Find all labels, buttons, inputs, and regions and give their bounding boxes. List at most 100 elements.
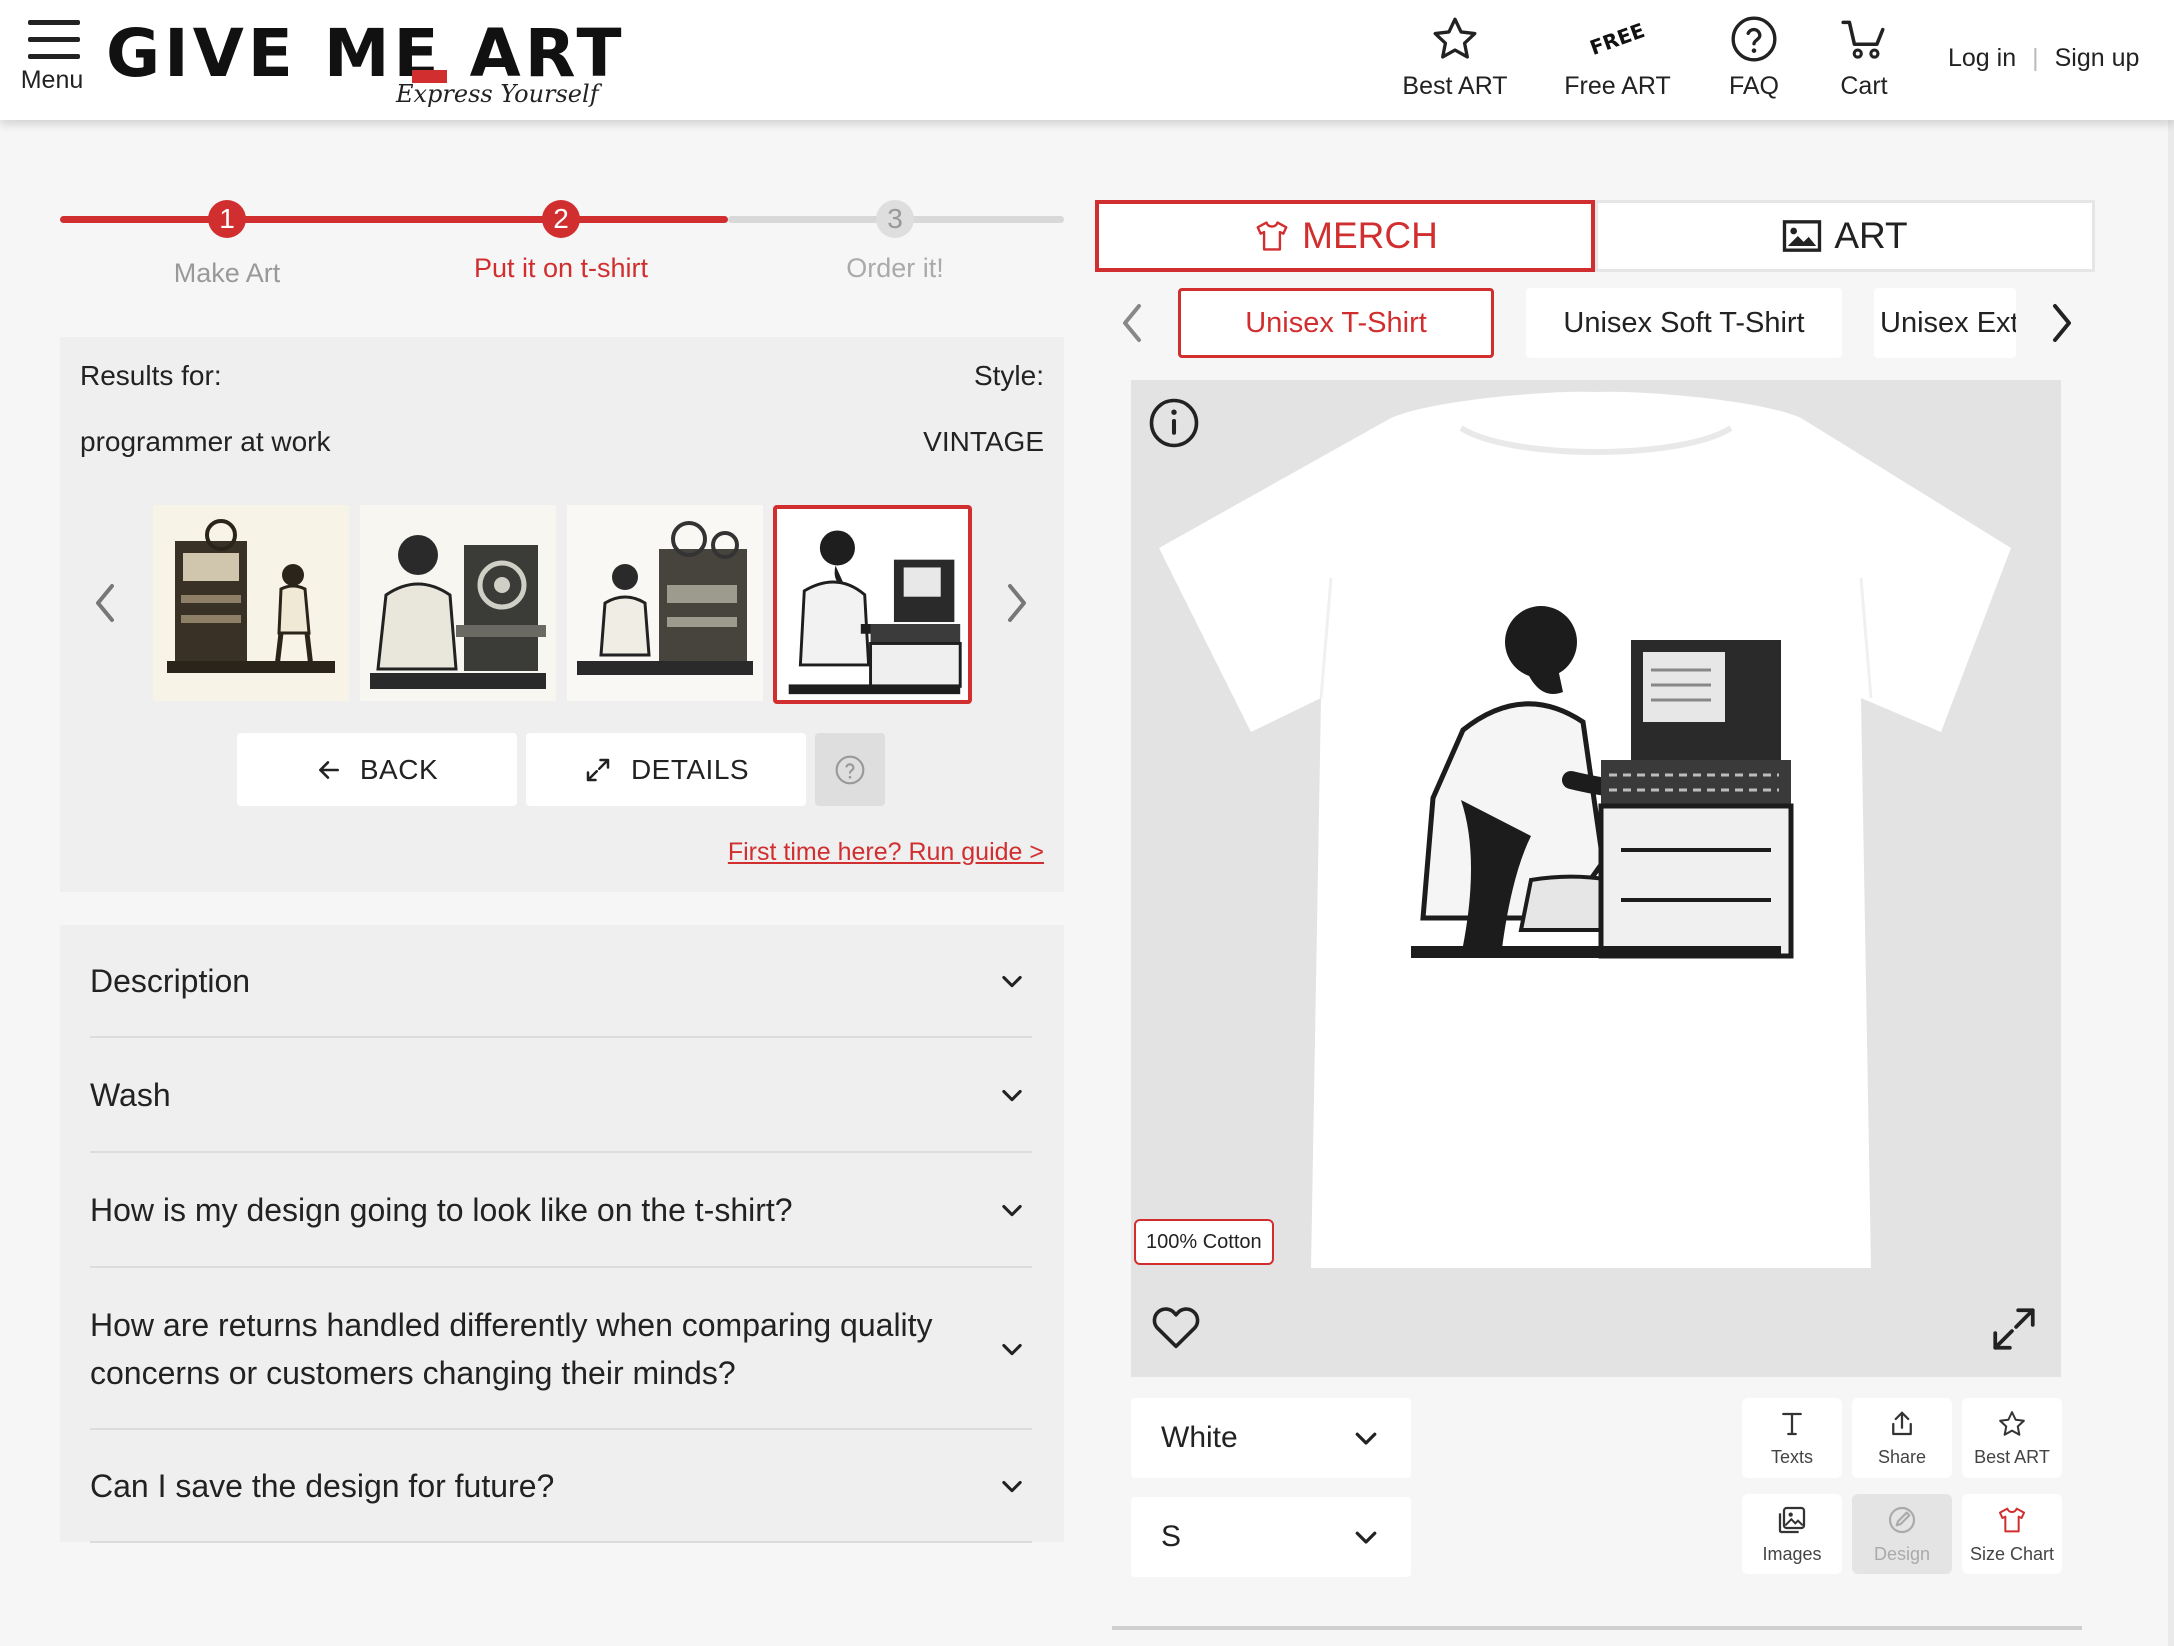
design-pen-icon — [1888, 1506, 1916, 1533]
thumbnail-art-image — [567, 505, 763, 701]
menu-label: Menu — [20, 66, 84, 94]
printed-artwork — [1411, 590, 1794, 959]
nav-faq[interactable]: FAQ — [1722, 14, 1786, 101]
products-prev-button[interactable] — [1114, 298, 1150, 348]
step-1-label: Make Art — [173, 258, 281, 288]
chevron-down-icon — [1002, 1089, 1022, 1102]
back-button[interactable]: BACK — [237, 733, 517, 806]
images-icon — [1778, 1506, 1806, 1533]
material-badge: 100% Cotton — [1134, 1219, 1274, 1265]
thumbnail-1[interactable] — [153, 505, 349, 701]
search-query: programmer at work — [80, 426, 331, 457]
faq-item-save-design[interactable]: Can I save the design for future? — [90, 1431, 1032, 1543]
tab-merch[interactable]: MERCH — [1095, 200, 1595, 272]
faq-item-wash[interactable]: Wash — [90, 1039, 1032, 1153]
logo-tagline: Express Yourself — [396, 80, 599, 108]
size-chart-tool-button[interactable]: Size Chart — [1962, 1494, 2062, 1574]
chevron-down-icon — [1002, 1204, 1022, 1217]
chevron-down-icon — [1355, 1432, 1377, 1445]
section-divider — [1112, 1626, 2082, 1630]
fullscreen-button[interactable] — [1989, 1304, 2039, 1354]
tool-label: Size Chart — [1969, 1543, 2055, 1564]
thumbnails-prev-button[interactable] — [88, 578, 122, 628]
question-circle-icon — [835, 755, 865, 784]
nav-faq-label: FAQ — [1728, 72, 1779, 100]
thumbnail-3[interactable] — [567, 505, 763, 701]
step-3-circle[interactable]: 3 — [876, 200, 914, 238]
share-icon — [1892, 1411, 1912, 1435]
arrow-left-icon — [318, 760, 339, 779]
share-tool-button[interactable]: Share — [1852, 1398, 1952, 1478]
page-scrollbar[interactable] — [2168, 0, 2174, 1646]
info-icon — [1149, 398, 1199, 448]
product-tab-unisex-tshirt[interactable]: Unisex T-Shirt — [1178, 288, 1494, 358]
images-tool-button[interactable]: Images — [1742, 1494, 1842, 1574]
chevron-down-icon — [1002, 1343, 1022, 1355]
tool-label: Design — [1873, 1543, 1931, 1564]
faq-item-returns[interactable]: How are returns handled differently when… — [90, 1269, 1032, 1430]
step-2-label: Put it on t-shirt — [473, 253, 649, 283]
details-button[interactable]: DETAILS — [526, 733, 806, 806]
chevron-down-icon — [1355, 1531, 1377, 1544]
stepper-progress-done — [60, 216, 728, 223]
star-icon — [1999, 1410, 2025, 1436]
auth-links: Log in | Sign up — [1948, 44, 2139, 73]
text-icon — [1782, 1412, 1802, 1435]
thumbnail-2[interactable] — [360, 505, 556, 701]
hamburger-icon — [28, 20, 80, 59]
nav-best-art-label: Best ART — [1402, 72, 1508, 100]
best-art-tool-button[interactable]: Best ART — [1962, 1398, 2062, 1478]
favorite-button[interactable] — [1149, 1300, 1203, 1350]
nav-free-art[interactable]: FREE Free ART — [1560, 14, 1675, 101]
faq-item-design-look[interactable]: How is my design going to look like on t… — [90, 1154, 1032, 1268]
expand-icon — [1993, 1308, 2035, 1350]
products-next-button[interactable] — [2044, 298, 2080, 348]
thumbnail-art-image — [777, 509, 968, 700]
tshirt-icon — [1999, 1507, 2025, 1532]
heart-icon — [1152, 1307, 1200, 1349]
back-button-label: BACK — [359, 753, 439, 785]
thumbnails-next-button[interactable] — [1000, 578, 1034, 628]
chevron-left-icon — [1123, 304, 1141, 342]
details-button-label: DETAILS — [630, 753, 750, 785]
signup-link[interactable]: Sign up — [2055, 44, 2140, 73]
product-tab-unisex-soft-tshirt[interactable]: Unisex Soft T-Shirt — [1526, 288, 1842, 358]
step-1-circle[interactable]: 1 — [208, 200, 246, 238]
menu-button[interactable]: Menu — [18, 16, 86, 95]
faq-question: How are returns handled differently when… — [90, 1306, 933, 1391]
product-preview: 100% Cotton — [1131, 380, 2061, 1377]
step-2-circle[interactable]: 2 — [542, 200, 580, 238]
texts-tool-button[interactable]: Texts — [1742, 1398, 1842, 1478]
chevron-down-icon — [1002, 1480, 1022, 1493]
nav-cart[interactable]: Cart — [1832, 14, 1896, 101]
faq-item-description[interactable]: Description — [90, 925, 1032, 1038]
help-button[interactable] — [815, 733, 885, 806]
image-frame-icon — [1783, 220, 1822, 252]
tool-label: Texts — [1770, 1446, 1813, 1467]
chevron-right-icon — [1008, 584, 1026, 622]
product-tab-unisex-ext[interactable]: Unisex Ext — [1874, 288, 2016, 358]
star-icon — [1433, 17, 1477, 59]
login-link[interactable]: Log in — [1948, 44, 2016, 73]
faq-question: Wash — [90, 1077, 171, 1113]
run-guide-link[interactable]: First time here? Run guide > — [644, 838, 1044, 867]
nav-cart-label: Cart — [1840, 72, 1888, 100]
tool-label: Share — [1877, 1446, 1927, 1467]
question-circle-icon — [1731, 16, 1777, 62]
nav-best-art[interactable]: Best ART — [1400, 14, 1510, 101]
tool-label: Best ART — [1974, 1446, 2050, 1467]
info-button[interactable] — [1147, 396, 1201, 450]
step-3-label: Order it! — [846, 253, 944, 283]
tab-merch-label: MERCH — [1302, 215, 1438, 256]
tab-art[interactable]: ART — [1595, 200, 2095, 272]
top-header: Menu GIVE ME ART Express Yourself Best A… — [0, 0, 2174, 120]
thumbnail-4-selected[interactable] — [773, 505, 972, 704]
size-select[interactable]: S — [1131, 1497, 1411, 1577]
chevron-left-icon — [96, 584, 114, 622]
tshirt-icon — [1256, 221, 1288, 251]
cart-icon — [1841, 20, 1885, 59]
faq-question: Description — [90, 962, 251, 999]
faq-question: Can I save the design for future? — [90, 1468, 555, 1504]
design-tool-button[interactable]: Design — [1852, 1494, 1952, 1574]
color-select[interactable]: White — [1131, 1398, 1411, 1478]
